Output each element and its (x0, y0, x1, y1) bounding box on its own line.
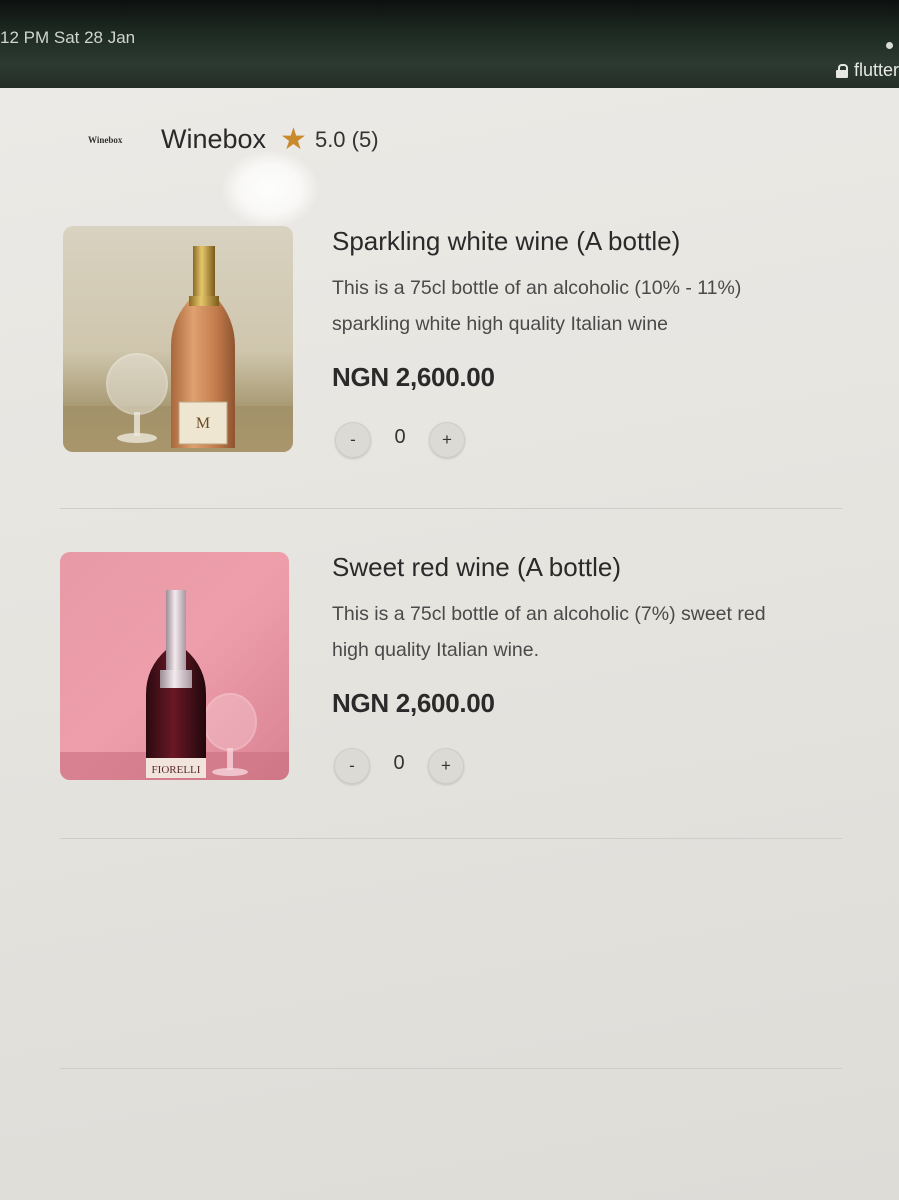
product-image[interactable]: M (63, 226, 293, 452)
product-card: FIORELLI Sweet red wine (A bottle) This … (60, 552, 850, 792)
increase-quantity-button[interactable]: + (428, 748, 464, 784)
product-description: This is a 75cl bottle of an alcoholic (1… (332, 277, 742, 335)
store-page: Winebox Winebox ★ 5.0 (5) M Sparkling wh… (0, 88, 899, 1200)
product-card: M Sparkling white wine (A bottle) This i… (60, 226, 850, 466)
store-header: Winebox Winebox ★ 5.0 (5) (88, 124, 379, 155)
store-logo: Winebox (88, 134, 123, 145)
increase-quantity-button[interactable]: + (429, 422, 465, 458)
decrease-quantity-button[interactable]: - (334, 748, 370, 784)
browser-url-bar[interactable]: flutter (835, 60, 899, 81)
lock-icon (835, 63, 848, 78)
star-icon: ★ (280, 122, 307, 156)
product-title: Sparkling white wine (A bottle) (332, 226, 681, 256)
screen-glare (222, 150, 318, 228)
divider (60, 838, 842, 839)
product-title: Sweet red wine (A bottle) (332, 552, 622, 582)
status-dot-icon (886, 42, 893, 49)
red-wine-photo: FIORELLI (60, 552, 289, 780)
product-price: NGN 2,600.00 (332, 362, 495, 392)
product-price: NGN 2,600.00 (332, 688, 495, 718)
status-time-date: 12 PM Sat 28 Jan (0, 28, 136, 47)
store-rating: 5.0 (5) (314, 126, 379, 152)
bottle-label-text: FIORELLI (152, 764, 201, 776)
divider (60, 1068, 842, 1069)
quantity-value: 0 (393, 752, 405, 774)
bottle-label-text: M (196, 415, 210, 432)
product-image[interactable]: FIORELLI (60, 552, 289, 780)
divider (60, 508, 842, 509)
device-status-bar: 12 PM Sat 28 Jan flutter (0, 0, 899, 92)
url-text: flutter (853, 60, 899, 80)
decrease-quantity-button[interactable]: - (335, 422, 371, 458)
product-description: This is a 75cl bottle of an alcoholic (7… (332, 603, 766, 661)
sparkling-wine-photo: M (63, 226, 293, 452)
store-name: Winebox (161, 124, 267, 154)
quantity-value: 0 (394, 426, 406, 448)
